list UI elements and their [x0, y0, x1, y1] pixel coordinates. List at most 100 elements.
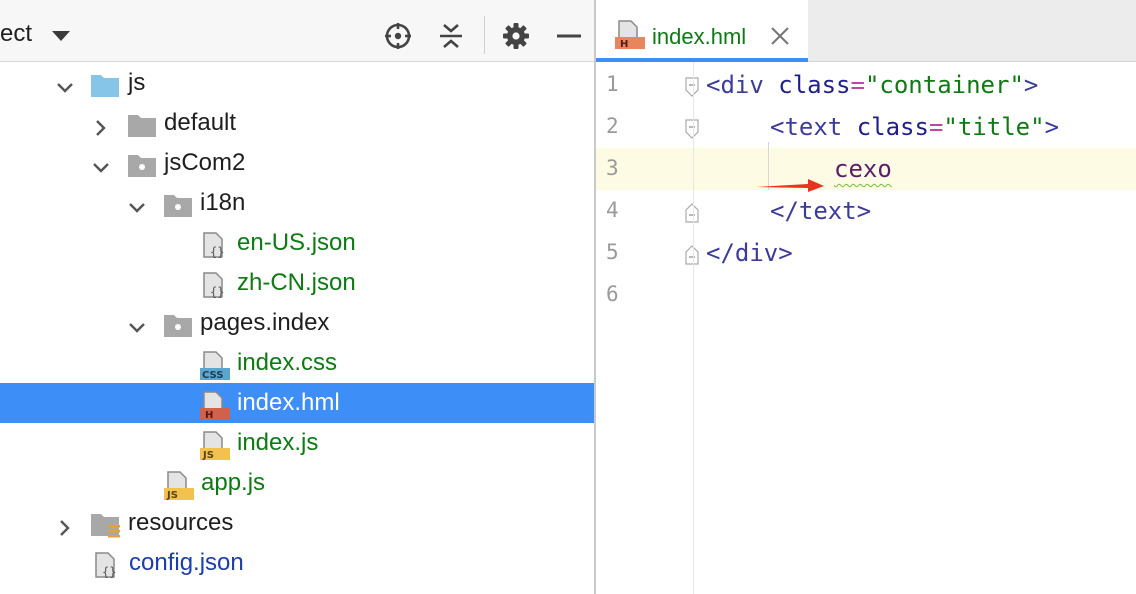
line-number: 1 [606, 72, 619, 96]
line-number: 2 [606, 114, 619, 138]
project-panel: ect js default jsCom2 i18n {} en-US.json… [0, 0, 595, 594]
crosshair-icon[interactable] [382, 20, 416, 54]
editor-tab-index-hml[interactable]: H index.hml [596, 0, 808, 62]
token-tag: > [1044, 113, 1060, 141]
fold-marker-icon[interactable] [684, 118, 700, 140]
hml-file-icon: H [199, 391, 230, 421]
code-text: </div> [706, 239, 793, 267]
token-eq: = [928, 113, 944, 141]
token-attr: class [856, 113, 929, 141]
token-text: cexo [834, 155, 892, 183]
code-line-current[interactable]: 3 cexo [596, 148, 1136, 190]
tree-item-pages-index[interactable]: pages.index [0, 303, 595, 343]
package-folder-icon [163, 311, 193, 337]
token-tag: > [1023, 71, 1039, 99]
gear-icon[interactable] [500, 20, 534, 54]
chevron-down-icon[interactable] [90, 152, 112, 174]
token-tag: </div> [706, 239, 793, 267]
hml-file-icon: H [614, 20, 645, 50]
tree-item-label: app.js [201, 469, 266, 496]
svg-text:JS: JS [166, 490, 178, 501]
tree-item-zh-cn-json[interactable]: {} zh-CN.json [0, 263, 595, 303]
js-file-icon: JS [199, 431, 230, 461]
fold-end-marker-icon[interactable] [684, 202, 700, 224]
chevron-right-icon[interactable] [90, 112, 112, 136]
code-text: </text> [770, 197, 871, 225]
code-line[interactable]: 5 </div> [596, 232, 1136, 274]
svg-text:JS: JS [202, 450, 214, 461]
editor-tab-label: index.hml [652, 24, 747, 49]
tree-item-label: index.js [237, 429, 319, 456]
tree-item-app-js[interactable]: JS app.js [0, 463, 595, 503]
svg-text:H: H [205, 410, 213, 421]
code-line[interactable]: 6 [596, 274, 1136, 316]
tree-item-index-hml[interactable]: H index.hml [0, 383, 595, 423]
token-string: "container" [864, 71, 1024, 99]
tree-item-i18n[interactable]: i18n [0, 183, 595, 223]
fold-marker-icon[interactable] [684, 76, 700, 98]
tree-item-label: pages.index [200, 309, 330, 336]
code-text: <div class="container"> [706, 71, 1038, 99]
tree-item-label: default [164, 109, 237, 136]
token-string: "title" [943, 113, 1045, 141]
toolbar-separator [484, 16, 485, 54]
package-folder-icon [127, 151, 157, 177]
json-file-icon: {} [201, 271, 231, 299]
json-file-icon: {} [93, 551, 123, 579]
code-line[interactable]: 1 <div class="container"> [596, 64, 1136, 106]
css-file-icon: CSS [199, 351, 230, 381]
tree-item-label: index.css [237, 349, 338, 376]
chevron-down-icon[interactable] [54, 72, 76, 94]
json-file-icon: {} [201, 231, 231, 259]
chevron-right-icon[interactable] [54, 512, 76, 536]
tree-item-jscom2[interactable]: jsCom2 [0, 143, 595, 183]
code-text: cexo [834, 155, 892, 183]
token-eq: = [850, 71, 865, 99]
collapse-all-icon[interactable] [435, 20, 469, 54]
line-number: 6 [606, 282, 619, 306]
line-number: 4 [606, 198, 619, 222]
tree-item-en-us-json[interactable]: {} en-US.json [0, 223, 595, 263]
folder-icon [127, 111, 157, 137]
tree-item-label: config.json [129, 549, 244, 576]
chevron-down-icon[interactable] [126, 192, 148, 214]
svg-text:H: H [620, 39, 628, 50]
svg-text:{}: {} [210, 285, 224, 299]
tree-item-resources[interactable]: resources [0, 503, 595, 543]
line-number: 5 [606, 240, 619, 264]
code-editor: H index.hml 1 <div class="container"> 2 … [596, 0, 1136, 594]
token-tag: <text [770, 113, 843, 141]
tree-item-label: en-US.json [237, 229, 356, 256]
tree-item-label: jsCom2 [164, 149, 246, 176]
folder-icon [90, 71, 120, 97]
token-tag: </text> [770, 197, 872, 225]
code-line[interactable]: 4 </text> [596, 190, 1136, 232]
token-attr: class [778, 71, 851, 99]
tree-item-label: js [128, 69, 146, 96]
resources-folder-icon [90, 511, 120, 538]
tree-item-label: resources [128, 509, 234, 536]
tree-item-js[interactable]: js [0, 63, 595, 103]
tree-item-index-js[interactable]: JS index.js [0, 423, 595, 463]
tree-item-config-json[interactable]: {} config.json [0, 543, 595, 583]
code-text: <text class="title"> [770, 113, 1059, 141]
svg-text:{}: {} [210, 245, 224, 259]
project-panel-header: ect [0, 0, 595, 62]
tree-item-default[interactable]: default [0, 103, 595, 143]
token-tag: <div [706, 71, 764, 99]
tree-item-label: i18n [200, 189, 246, 216]
fold-end-marker-icon[interactable] [684, 244, 700, 266]
close-icon[interactable] [770, 26, 790, 46]
svg-text:CSS: CSS [202, 370, 223, 381]
package-folder-icon [163, 191, 193, 217]
editor-tab-bar: H index.hml [596, 0, 1136, 62]
project-view-title[interactable]: ect [0, 20, 32, 48]
annotation-arrow-icon [756, 178, 826, 194]
svg-text:{}: {} [102, 565, 116, 579]
line-number: 3 [606, 156, 619, 180]
tree-item-index-css[interactable]: CSS index.css [0, 343, 595, 383]
view-dropdown-icon[interactable] [52, 31, 70, 41]
chevron-down-icon[interactable] [126, 312, 148, 334]
minimize-icon[interactable] [553, 20, 587, 54]
code-line[interactable]: 2 <text class="title"> [596, 106, 1136, 148]
